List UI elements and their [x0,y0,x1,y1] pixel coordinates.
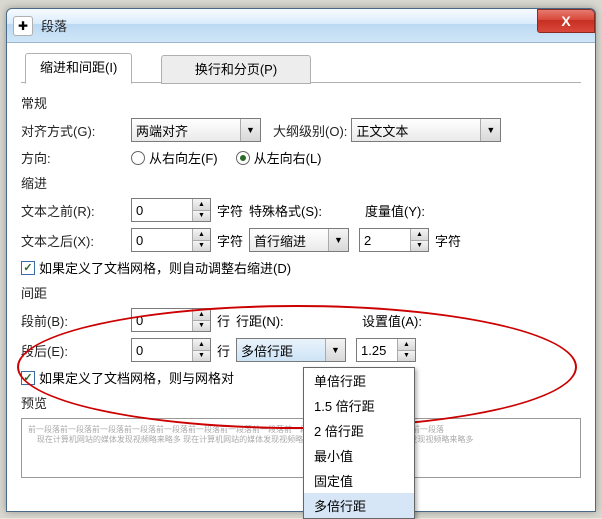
app-icon: ✚ [13,16,33,36]
space-after-label: 段后(E): [21,341,131,360]
spin-down-icon: ▼ [411,241,428,252]
window-title: 段落 [41,16,67,35]
spin-up-icon: ▲ [193,339,210,351]
alignment-combo[interactable]: 两端对齐 ▼ [131,118,261,142]
preview-pane: 前一段落前一段落前一段落前一段落前一段落前一段落前一段落前一段落前一段落前一段落… [21,418,581,478]
chevron-down-icon: ▼ [240,119,260,141]
indent-after-spinner[interactable]: 0 ▲▼ [131,228,211,252]
dropdown-item[interactable]: 2 倍行距 [304,418,414,443]
dropdown-item[interactable]: 最小值 [304,443,414,468]
spin-up-icon: ▲ [193,199,210,211]
chevron-down-icon: ▼ [328,229,348,251]
chevron-down-icon: ▼ [480,119,500,141]
spin-down-icon: ▼ [193,211,210,222]
group-spacing: 间距 [21,283,581,302]
space-after-spinner[interactable]: 0 ▲▼ [131,338,211,362]
alignment-label: 对齐方式(G): [21,121,131,140]
direction-ltr-radio[interactable]: 从左向右(L) [236,148,322,167]
group-general: 常规 [21,93,581,112]
direction-label: 方向: [21,148,131,167]
spin-up-icon: ▲ [193,309,210,321]
measure-label: 度量值(Y): [365,201,425,220]
linespacing-dropdown[interactable]: 单倍行距 1.5 倍行距 2 倍行距 最小值 固定值 多倍行距 [303,367,415,519]
spin-up-icon: ▲ [411,229,428,241]
outline-combo[interactable]: 正文文本 ▼ [351,118,501,142]
spin-up-icon: ▲ [193,229,210,241]
spin-down-icon: ▼ [193,351,210,362]
setvalue-spinner[interactable]: 1.25 ▲▼ [356,338,416,362]
measure-spinner[interactable]: 2 ▲▼ [359,228,429,252]
dropdown-item[interactable]: 固定值 [304,468,414,493]
linespacing-combo[interactable]: 多倍行距 ▼ [236,338,346,362]
setvalue-label: 设置值(A): [362,311,422,330]
close-button[interactable]: X [537,9,595,33]
spin-down-icon: ▼ [193,321,210,332]
spacing-grid-checkbox[interactable]: ✓如果定义了文档网格，则与网格对 [21,368,234,387]
space-before-spinner[interactable]: 0 ▲▼ [131,308,211,332]
dropdown-item[interactable]: 多倍行距 [304,493,414,518]
tab-indent-spacing[interactable]: 缩进和间距(I) [25,53,132,84]
tab-line-page-breaks[interactable]: 换行和分页(P) [161,55,311,84]
indent-before-label: 文本之前(R): [21,201,131,220]
indent-after-label: 文本之后(X): [21,231,131,250]
indent-before-spinner[interactable]: 0 ▲▼ [131,198,211,222]
group-indent: 缩进 [21,173,581,192]
linespacing-label: 行距(N): [236,311,330,330]
spin-down-icon: ▼ [398,351,415,362]
spin-down-icon: ▼ [193,241,210,252]
direction-rtl-radio[interactable]: 从右向左(F) [131,148,218,167]
indent-grid-checkbox[interactable]: ✓如果定义了文档网格，则自动调整右缩进(D) [21,258,291,277]
special-label: 特殊格式(S): [249,201,343,220]
spin-up-icon: ▲ [398,339,415,351]
special-combo[interactable]: 首行缩进 ▼ [249,228,349,252]
dropdown-item[interactable]: 单倍行距 [304,368,414,393]
group-preview: 预览 [21,393,581,412]
dropdown-item[interactable]: 1.5 倍行距 [304,393,414,418]
chevron-down-icon: ▼ [325,339,345,361]
space-before-label: 段前(B): [21,311,131,330]
outline-label: 大纲级别(O): [273,121,347,140]
